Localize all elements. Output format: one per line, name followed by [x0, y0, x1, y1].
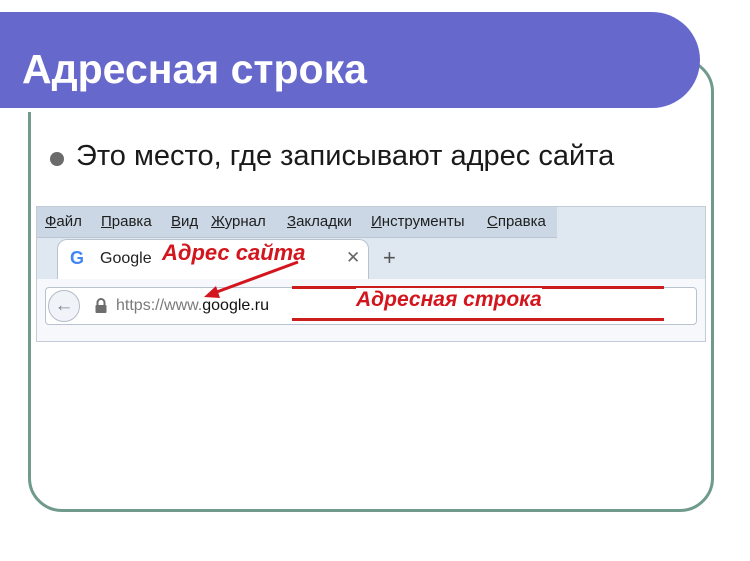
slide-title: Адресная строка: [22, 46, 367, 92]
google-icon: G: [70, 248, 85, 268]
menu-item-view[interactable]: Вид: [171, 213, 198, 230]
lock-icon: [95, 298, 107, 313]
menu-bar: Файл Правка Вид Журнал Закладки Инструме…: [37, 207, 557, 238]
bullet-icon: [50, 152, 64, 166]
menu-item-history[interactable]: Журнал: [211, 213, 266, 230]
title-bar: Адресная строка: [0, 12, 700, 112]
menu-item-help[interactable]: Справка: [487, 213, 546, 230]
menu-item-file[interactable]: Файл: [45, 213, 82, 230]
site-address-annotation: Адрес сайта: [160, 240, 308, 266]
tab-title: Google: [100, 250, 152, 267]
menu-item-tools[interactable]: Инструменты: [371, 213, 465, 230]
menu-item-bookmarks[interactable]: Закладки: [287, 213, 352, 230]
browser-screenshot: Файл Правка Вид Журнал Закладки Инструме…: [36, 206, 706, 342]
url-text[interactable]: https://www.google.ru: [116, 297, 269, 315]
back-arrow-icon[interactable]: ←: [48, 290, 80, 322]
new-tab-button[interactable]: +: [383, 245, 396, 271]
address-bar-annotation: Адресная строка: [356, 288, 542, 312]
close-icon[interactable]: ✕: [346, 248, 360, 268]
title-divider: [0, 108, 662, 112]
menu-item-edit[interactable]: Правка: [101, 213, 152, 230]
bullet-text: Это место, где записывают адрес сайта: [76, 140, 615, 172]
address-bar-marker-bottom: [292, 318, 664, 321]
